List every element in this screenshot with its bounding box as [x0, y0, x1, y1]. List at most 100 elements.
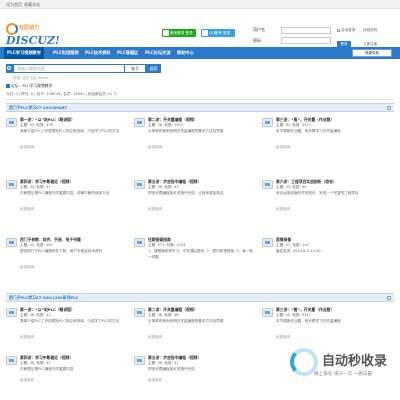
forum-description: 简单介绍PLC工作原理及PLC的应用领域，介绍学习PLC的方法 [20, 319, 120, 323]
find-password-link[interactable]: 找回密码 [363, 28, 377, 33]
forum-moderator: 私密板块 [20, 207, 35, 211]
nav-item-docs[interactable]: PLC技术资料 [82, 47, 114, 59]
forum-description: 以简单的案例说明开关量编程的基本方法及思路 [148, 129, 224, 133]
search-input[interactable]: 请输入搜索内容 [13, 64, 125, 73]
forum-icon [6, 356, 17, 365]
qq-login-button[interactable]: QQ账号 登录 [201, 29, 235, 37]
auto-login-checkbox[interactable]: 自动登录 [337, 28, 355, 33]
password-label: 密码 [253, 38, 261, 43]
search-button[interactable]: 搜索 [146, 64, 161, 73]
forum-description: 本节课做作业题，有步骤学习开关量编程 [276, 129, 341, 133]
username-label: 用户名 [253, 27, 265, 32]
section-header: 西门子PLC学习S7-300/1200系列PLC [6, 293, 394, 302]
forum-item[interactable]: 第一讲：“以”站PLC（精讲版） 主题: 36, 帖数: 31 简单介绍PLC工… [6, 304, 130, 352]
forum-stats-line: 主题: 471, 帖数: 1003 [148, 243, 186, 247]
qq-login-label: QQ账号 登录 [209, 31, 231, 35]
search-scope-select[interactable]: 帖子 [125, 64, 146, 73]
forum-icon [262, 308, 273, 317]
watermark-subtitle: 做上排名 来只一次 一路白霸 [314, 372, 373, 377]
forum-description: 中断理论是PLC编程中的重要内容，讲解中断的使用方法 [20, 191, 110, 195]
wechat-icon [163, 30, 169, 36]
nav-item-help[interactable]: 帮助中心 [174, 47, 197, 59]
forum-stats-line: 主题: 36, 帖数: 47 [148, 185, 179, 189]
auto-login-label: 自动登录 [341, 28, 356, 32]
forum-item[interactable]: 直播录像 主题: 37, 帖数: 124 最后发表: 2024-8-4 13:5… [262, 234, 386, 282]
forum-moderator: 私密板块 [148, 335, 163, 339]
header: 社区动力 DISCUZ! 微信登录 登录 QQ账号 登录 用户名 自动登录 找回… [0, 9, 400, 49]
forum-item[interactable]: 往期答疑指南 主题: 471, 帖数: 1003 1、请跟随老师学习，可在课后提… [134, 234, 258, 282]
watermark-title: 自动秒收录 [322, 354, 388, 369]
top-bar: 设为首页 收藏本站 [0, 0, 400, 9]
forum-stats-line: 主题: 36, 帖数: 32 [20, 361, 51, 365]
nav-item-video[interactable]: PLC学习视频教学 [4, 47, 44, 59]
forum-icon [262, 180, 273, 189]
forum-stats-line: 主题: 36, 帖数: 31 [148, 361, 179, 365]
forum-description: 把多步骤编程用步进指令完成 [148, 367, 195, 371]
forum-moderator: 私密板块 [276, 145, 291, 149]
search-prefix [6, 64, 13, 73]
forum-icon [134, 308, 145, 317]
nav-item-qa[interactable]: PLC答疑区 [114, 47, 141, 59]
forum-item[interactable]: 西门子参数：软件、手册、电子书籍 主题: 42, 帖数: 491 提供西门子PL… [6, 234, 130, 282]
forum-item[interactable]: 第六讲：工程项目实战剖析（综合） 主题: 33, 帖数: 90 综合运用前面所学… [262, 176, 386, 224]
home-icon[interactable] [6, 84, 10, 88]
forum-moderator: 私密板块 [148, 378, 163, 382]
forum-moderator: 私密板块 [20, 335, 35, 339]
forum-item[interactable]: 第二讲：开关量编程（视频） 主题: 38, 帖数: 1553 以简单的案例说明开… [134, 114, 258, 162]
section-title[interactable]: 西门子PLC学习S7-300/1200系列PLC [9, 295, 78, 301]
hot-search: 热搜: 活动 交友 discuz [13, 76, 49, 80]
forum-item[interactable]: 第三讲：“看”，开关量（作业题） 主题: 81, 帖数: 5517 本节课做作业… [262, 114, 386, 162]
forum-item[interactable]: 第四讲：学习中断理论（视频） 主题: 33, 帖数: 31 中断理论是PLC编程… [6, 176, 130, 224]
forum-moderator: 私密板块 [148, 145, 163, 149]
forum-moderator: 私密板块 [148, 207, 163, 211]
forum-stats-line: 主题: 37, 帖数: 124 [276, 243, 309, 247]
password-input[interactable] [281, 37, 331, 44]
breadcrumb: 论坛 › PLC学习视频教学 [6, 83, 52, 89]
add-favorite-link[interactable]: 收藏本站 [24, 2, 40, 8]
forum-stats-line: 主题: 42, 帖数: 491 [20, 243, 53, 247]
forum-icon [6, 308, 17, 317]
forum-description: 1、请跟随老师学习，可在课后提问; 2、提问前请搜索; 3、每一帖一问题 [148, 249, 254, 259]
forum-stats-line: 主题: 81, 帖数: 5517 [276, 123, 312, 127]
logo-brand: DISCUZ! [6, 34, 60, 47]
section-header: 西门子PLC学习S7-200/SMART [6, 103, 394, 112]
forum-description: 简单介绍PLC工作原理及PLC的应用领域，介绍学习PLC的方法 [20, 129, 120, 133]
site-logo[interactable]: 社区动力 DISCUZ! [6, 23, 60, 49]
forum-description: 提供西门子PLC编程软件下载、用户手册及技术资料 [20, 249, 103, 253]
quick-nav-dropdown[interactable]: 快捷导航 [352, 49, 392, 57]
forum-description: 综合运用前面所学的知识，完成一个完整的工程项目 [276, 191, 359, 195]
section-title[interactable]: 西门子PLC学习S7-200/SMART [9, 105, 67, 111]
forum-item[interactable]: 第五讲：步进指令编程（视频） 主题: 36, 帖数: 47 把多步骤编程用步进指… [134, 176, 258, 224]
forum-stats-line: 主题: 36, 帖数: 48 [148, 313, 179, 317]
forum-moderator: 私密板块 [20, 265, 35, 269]
forum-item[interactable]: 第五讲：步进指令编程（视频） 主题: 36, 帖数: 31 把多步骤编程用步进指… [134, 352, 258, 400]
forum-stats-line: 主题: 36, 帖数: 31 [20, 313, 51, 317]
forum-stats: 今日: 0 | 昨日: 0 | 帖子: 118028 | 会员: 12602 |… [6, 92, 394, 100]
collapse-toggle-icon[interactable] [387, 296, 391, 300]
search-bar: 请输入搜索内容 帖子 搜索 热搜: 活动 交友 discuz [6, 64, 396, 80]
forum-item[interactable]: 第一讲：“以”站PLC（精讲版） 主题: 32, 帖数: 376 简单介绍PLC… [6, 114, 130, 162]
forum-moderator: 私密板块 [20, 378, 35, 382]
wechat-login-button[interactable]: 微信登录 登录 [162, 29, 196, 37]
set-homepage-link[interactable]: 设为首页 [6, 2, 22, 8]
watermark: 自动秒收录 做上排名 来只一次 一路白霸 [290, 345, 400, 400]
username-input[interactable] [281, 27, 331, 34]
wechat-login-label: 微信登录 登录 [170, 31, 193, 35]
forum-description: 中断理论是PLC编程中的重要内容 [20, 367, 74, 371]
forum-description: 本节课做作业题，有步骤学习开关量编程 [276, 319, 341, 323]
forum-icon [6, 238, 17, 247]
forum-icon [6, 180, 17, 189]
forum-stats-line: 主题: 33, 帖数: 90 [276, 185, 307, 189]
forum-description: 以简单的案例说明开关量编程的基本方法及思路 [148, 319, 224, 323]
collapse-toggle-icon[interactable] [387, 106, 391, 110]
nav-item-forum[interactable]: PLC论坛交流 [142, 47, 174, 59]
forum-stats-line: 主题: 38, 帖数: 1553 [148, 123, 184, 127]
nav-item-cases[interactable]: PLC实用案例 [50, 47, 82, 59]
forum-item[interactable]: 第四讲：学习中断理论（视频） 主题: 36, 帖数: 32 中断理论是PLC编程… [6, 352, 130, 400]
forum-icon [6, 118, 17, 127]
forum-item[interactable]: 第二讲：开关量编程（视频） 主题: 36, 帖数: 48 以简单的案例说明开关量… [134, 304, 258, 352]
forum-stats-line: 主题: 33, 帖数: 31 [20, 185, 51, 189]
forum-icon [134, 118, 145, 127]
main-nav: PLC学习视频教学 PLC实用案例 PLC技术资料 PLC答疑区 PLC论坛交流… [0, 47, 400, 59]
forum-icon [134, 180, 145, 189]
